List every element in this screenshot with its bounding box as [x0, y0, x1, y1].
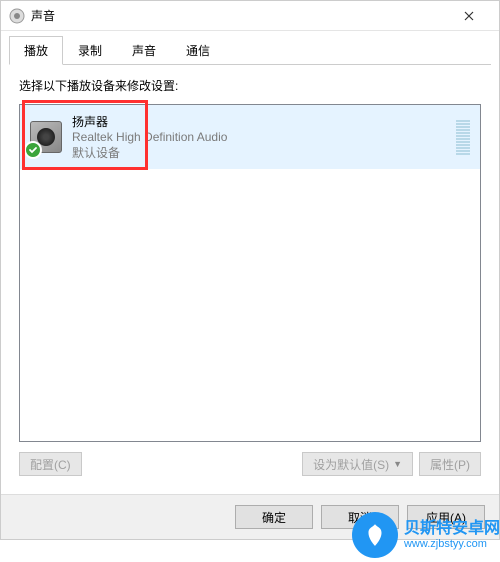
instruction-text: 选择以下播放设备来修改设置: — [19, 77, 481, 94]
device-list[interactable]: 扬声器 Realtek High Definition Audio 默认设备 — [19, 104, 481, 442]
chevron-down-icon: ▼ — [393, 459, 402, 469]
device-actions-row: 配置(C) 设为默认值(S) ▼ 属性(P) — [19, 442, 481, 486]
tab-strip: 播放 录制 声音 通信 — [1, 31, 499, 64]
window-title: 声音 — [31, 7, 446, 24]
titlebar: 声音 — [1, 1, 499, 31]
watermark: 贝斯特安卓网 www.zjbstyy.com — [352, 512, 500, 558]
default-check-icon — [24, 141, 42, 159]
device-description: Realtek High Definition Audio — [72, 130, 456, 144]
close-button[interactable] — [446, 2, 491, 30]
app-icon — [9, 8, 25, 24]
speaker-icon — [30, 121, 62, 153]
tab-recording[interactable]: 录制 — [63, 36, 117, 64]
close-icon — [464, 11, 474, 21]
properties-button[interactable]: 属性(P) — [419, 452, 481, 476]
device-item[interactable]: 扬声器 Realtek High Definition Audio 默认设备 — [20, 105, 480, 169]
watermark-icon — [352, 512, 398, 558]
device-status: 默认设备 — [72, 144, 456, 161]
tab-sounds[interactable]: 声音 — [117, 36, 171, 64]
watermark-text: 贝斯特安卓网 www.zjbstyy.com — [404, 520, 500, 550]
watermark-line1: 贝斯特安卓网 — [404, 520, 500, 538]
device-text: 扬声器 Realtek High Definition Audio 默认设备 — [72, 113, 456, 161]
tab-content: 选择以下播放设备来修改设置: 扬声器 Realtek High Definiti… — [9, 64, 491, 486]
watermark-line2: www.zjbstyy.com — [404, 538, 500, 550]
tab-playback[interactable]: 播放 — [9, 36, 63, 65]
level-meter — [456, 120, 470, 155]
device-name: 扬声器 — [72, 113, 456, 130]
set-default-button[interactable]: 设为默认值(S) ▼ — [302, 452, 413, 476]
configure-button[interactable]: 配置(C) — [19, 452, 82, 476]
ok-button[interactable]: 确定 — [235, 505, 313, 529]
set-default-label: 设为默认值(S) — [313, 456, 389, 473]
tab-communications[interactable]: 通信 — [171, 36, 225, 64]
sound-dialog-window: 声音 播放 录制 声音 通信 选择以下播放设备来修改设置: 扬声器 Realte… — [0, 0, 500, 540]
